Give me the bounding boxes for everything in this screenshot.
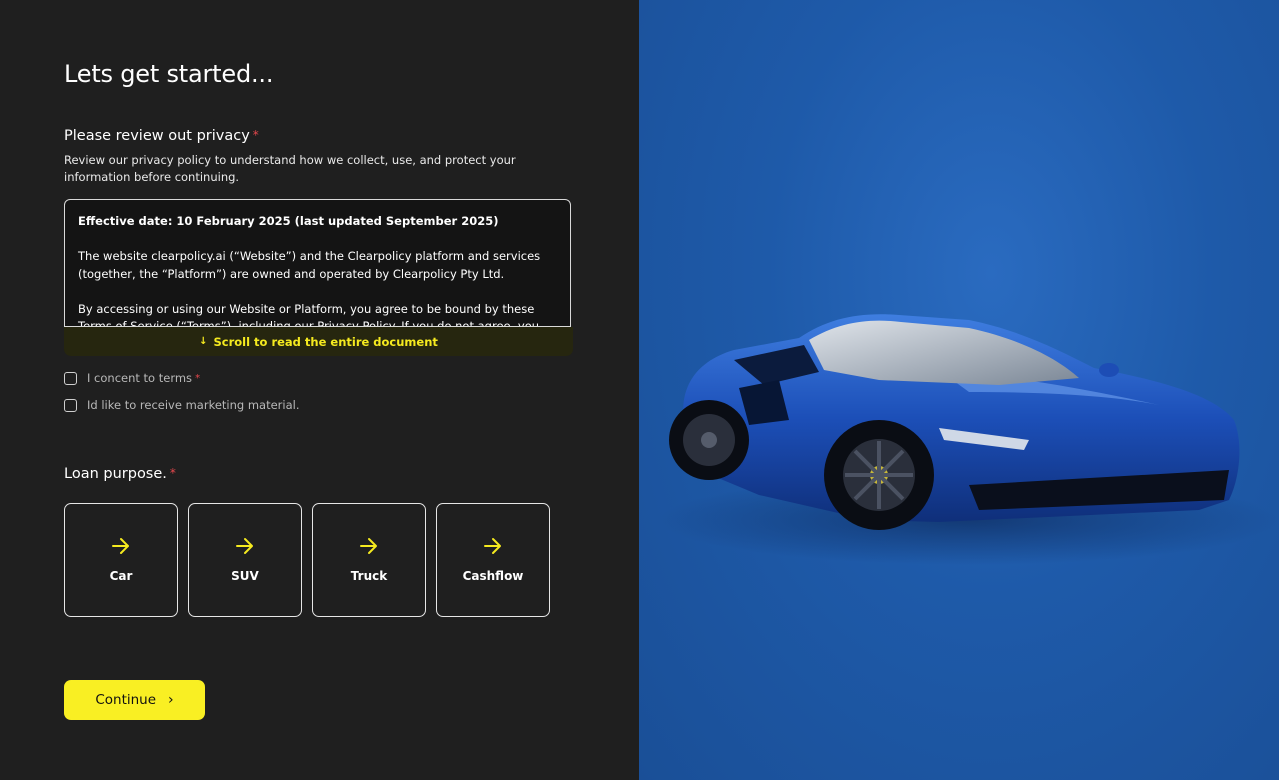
loan-option-truck[interactable]: Truck [312,503,426,617]
privacy-document: Effective date: 10 February 2025 (last u… [64,199,573,357]
page: Lets get started... Please review out pr… [0,0,1279,780]
loan-option-suv[interactable]: SUV [188,503,302,617]
terms-consent-row[interactable]: I concent to terms * [64,371,200,385]
terms-consent-label: I concent to terms [87,371,193,385]
terms-consent-checkbox[interactable] [64,371,77,385]
arrow-right-icon [236,538,253,554]
scroll-hint-text: Scroll to read the entire document [213,334,438,349]
marketing-consent-label: Id like to receive marketing material. [87,398,300,412]
loan-option-label: Cashflow [462,569,524,583]
document-paragraph: The website clearpolicy.ai (“Website”) a… [78,249,541,281]
loan-option-cashflow[interactable]: Cashflow [436,503,550,617]
loan-purpose-label: Loan purpose. * [64,466,176,482]
page-title: Lets get started... [64,60,274,88]
privacy-description: Review our privacy policy to understand … [64,153,516,184]
required-marker: * [195,372,201,384]
privacy-document-scroll-area[interactable]: Effective date: 10 February 2025 (last u… [64,199,571,327]
marketing-consent-checkbox[interactable] [64,398,77,412]
required-marker: * [169,466,176,480]
privacy-label-text: Please review out privacy [64,128,250,144]
arrow-right-icon [112,538,129,554]
document-paragraph: By accessing or using our Website or Pla… [78,301,540,327]
arrow-down-icon: ↓ [199,336,208,347]
chevron-right-icon: › [168,692,174,708]
continue-label: Continue [95,692,157,708]
loan-option-car[interactable]: Car [64,503,178,617]
loan-purpose-options: Car SUV Truck Cashflow [64,503,550,617]
loan-option-label: Car [109,569,133,583]
arrow-right-icon [360,538,377,554]
form-panel: Lets get started... Please review out pr… [0,0,639,780]
sports-car-image [659,314,1279,565]
arrow-right-icon [484,538,501,554]
required-marker: * [252,128,259,142]
loan-option-label: Truck [350,569,388,583]
marketing-consent-row[interactable]: Id like to receive marketing material. [64,398,300,412]
loan-purpose-label-text: Loan purpose. [64,466,167,482]
scroll-hint: ↓ Scroll to read the entire document [64,327,573,356]
privacy-label: Please review out privacy * [64,128,259,144]
continue-button[interactable]: Continue › [64,680,205,720]
loan-option-label: SUV [231,569,259,583]
hero-image-panel [639,0,1279,780]
effective-date: Effective date: 10 February 2025 (last u… [78,214,499,228]
